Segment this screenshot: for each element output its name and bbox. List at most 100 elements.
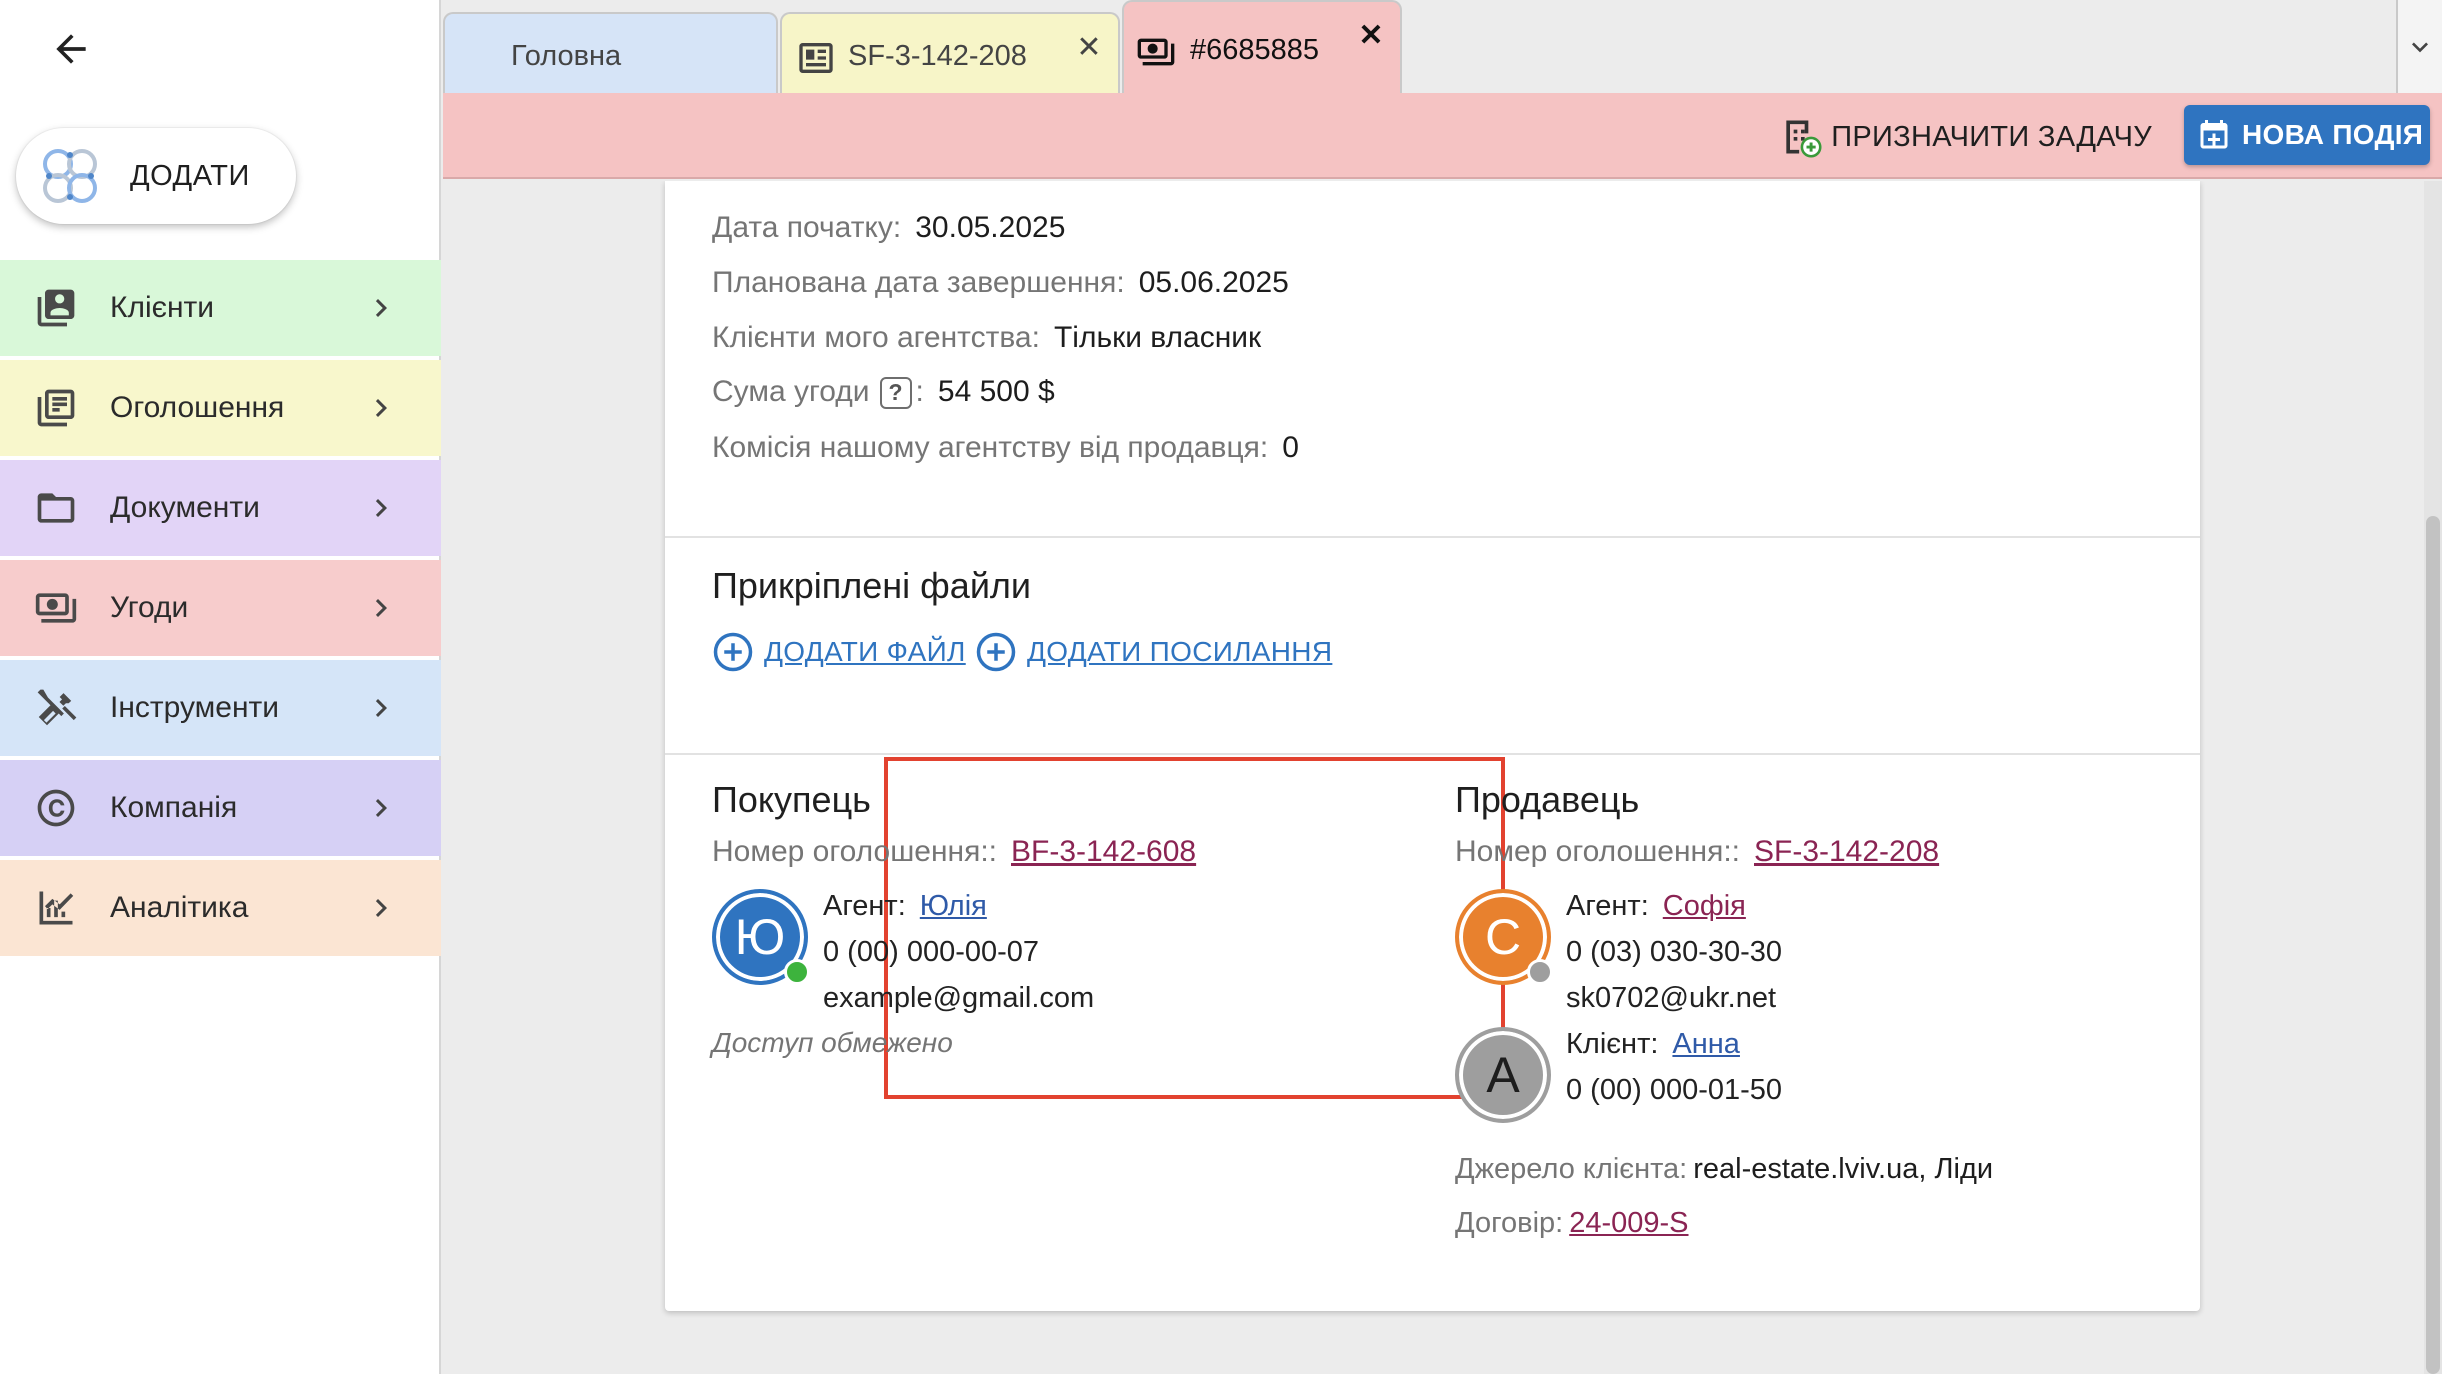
copyright-icon (32, 784, 80, 832)
field-value: 0 (1282, 431, 1299, 464)
add-link-label: ДОДАТИ ПОСИЛАННЯ (1027, 636, 1333, 667)
menu-item-label: Клієнти (110, 291, 215, 324)
tab-label: #6685885 (1190, 34, 1320, 66)
online-status-dot (784, 959, 810, 985)
listing-icon (32, 384, 80, 432)
seller-agent-phone: 0 (03) 030-30-30 (1566, 936, 1783, 968)
seller-agent-avatar[interactable]: С (1455, 889, 1553, 985)
logo-icon (43, 149, 97, 203)
chevron-right-icon (375, 799, 387, 817)
menu-item-label: Угоди (110, 591, 189, 624)
tab-label: Головна (511, 40, 622, 72)
seller-client-link[interactable]: Анна (1672, 1028, 1740, 1060)
sidebar: ДОДАТИ Клієнти Оголошення Документи Угод… (0, 0, 441, 1374)
menu-item-clients[interactable]: Клієнти (0, 260, 441, 356)
back-button[interactable] (44, 22, 98, 76)
listing-label: Номер оголошення:: (1455, 835, 1740, 868)
seller-agent-info: Агент: Софія 0 (03) 030-30-30 sk0702@ukr.… (1566, 883, 1782, 1021)
field-label: Дата початку: (712, 211, 902, 244)
money-icon (1137, 38, 1175, 66)
field-label: Планована дата завершення: (712, 266, 1125, 299)
field-value: 05.06.2025 (1138, 266, 1289, 299)
chevron-right-icon (375, 699, 387, 717)
field-label: Комісія нашому агентству від продавця: (712, 431, 1269, 464)
seller-listing-number: Номер оголошення:: SF-3-142-208 (1455, 835, 1939, 869)
plus-circle-icon (976, 632, 1016, 672)
tab-label: SF-3-142-208 (848, 40, 1027, 72)
assign-task-button[interactable]: ПРИЗНАЧИТИ ЗАДАЧУ (1779, 113, 2152, 161)
buyer-agent-phone: 0 (00) 000-00-07 (823, 936, 1040, 968)
chevron-right-icon (375, 899, 387, 917)
contract-link[interactable]: 24-009-S (1569, 1207, 1688, 1239)
deal-card: Дата початку: 30.05.2025 Планована дата з… (665, 181, 2200, 1311)
seller-agent-link[interactable]: Софія (1663, 890, 1746, 922)
avatar-letter: Ю (734, 909, 786, 965)
chevron-down-icon (2412, 41, 2428, 52)
buyer-agent-email: example@gmail.com (823, 982, 1095, 1014)
new-event-button[interactable]: НОВА ПОДІЯ (2184, 105, 2430, 165)
menu-item-label: Документи (110, 491, 260, 524)
scrollbar[interactable] (2424, 181, 2442, 1374)
contract-label: Договір: (1455, 1207, 1564, 1239)
close-icon[interactable]: ✕ (1356, 19, 1386, 52)
seller-client-info: Клієнт: Анна 0 (00) 000-01-50 (1566, 1021, 1782, 1113)
field-value: Тільки власник (1053, 321, 1262, 354)
menu-item-company[interactable]: Компанія (0, 760, 441, 856)
main-menu: Клієнти Оголошення Документи Угоди Інстр… (0, 260, 441, 960)
seller-client-avatar[interactable]: А (1455, 1027, 1551, 1123)
menu-item-tools[interactable]: Інструменти (0, 660, 441, 756)
buyer-agent-link[interactable]: Юлія (920, 890, 987, 922)
scrollbar-thumb[interactable] (2426, 516, 2440, 1374)
help-icon[interactable]: ? (879, 377, 912, 410)
tab-home[interactable]: Головна (443, 12, 778, 93)
seller-listing-link[interactable]: SF-3-142-208 (1754, 835, 1939, 868)
field-start-date: Дата початку: 30.05.2025 (712, 211, 1065, 245)
listing-icon (799, 43, 833, 73)
field-label: Сума угоди (712, 375, 870, 408)
buyer-listing-number: Номер оголошення:: BF-3-142-608 (712, 835, 1196, 869)
menu-item-analytics[interactable]: Аналітика (0, 860, 441, 956)
tab-deal[interactable]: #6685885 ✕ (1122, 0, 1402, 93)
client-source: Джерело клієнта: real-estate.lviv.ua, Лід… (1455, 1153, 1993, 1186)
source-value: real-estate.lviv.ua, Ліди (1693, 1153, 1994, 1185)
analytics-icon (32, 884, 80, 932)
avatar-letter: С (1484, 909, 1522, 965)
menu-item-listings[interactable]: Оголошення (0, 360, 441, 456)
add-link-button[interactable]: ДОДАТИ ПОСИЛАННЯ (975, 631, 1332, 673)
divider (665, 536, 2200, 538)
access-restricted-note: Доступ обмежено (712, 1027, 953, 1058)
menu-item-documents[interactable]: Документи (0, 460, 441, 556)
add-file-button[interactable]: ДОДАТИ ФАЙЛ (712, 631, 966, 673)
buyer-listing-link[interactable]: BF-3-142-608 (1011, 835, 1196, 868)
client-label: Клієнт: (1566, 1028, 1659, 1060)
seller-title: Продавець (1455, 779, 1640, 820)
task-add-icon (1786, 120, 1822, 158)
assign-task-label: ПРИЗНАЧИТИ ЗАДАЧУ (1831, 120, 2152, 153)
plus-circle-icon (713, 632, 753, 672)
field-label: Клієнти мого агентства: (712, 321, 1040, 354)
add-button[interactable]: ДОДАТИ (16, 128, 296, 224)
attachments-title: Прикріплені файли (712, 565, 1032, 606)
seller-agent-email: sk0702@ukr.net (1566, 982, 1777, 1014)
tab-listing[interactable]: SF-3-142-208 ✕ (780, 12, 1120, 93)
folder-icon (32, 484, 80, 532)
menu-item-label: Інструменти (110, 691, 280, 724)
content-area: Дата початку: 30.05.2025 Планована дата з… (443, 181, 2442, 1374)
menu-item-label: Оголошення (110, 391, 285, 424)
chevron-right-icon (375, 499, 387, 517)
divider (665, 753, 2200, 755)
listing-label: Номер оголошення:: (712, 835, 997, 868)
field-deal-amount: Сума угоди?:54 500 $ (712, 375, 1055, 410)
contacts-icon (32, 284, 80, 332)
field-colon: : (915, 375, 924, 408)
avatar-letter: А (1486, 1047, 1520, 1103)
buyer-agent-info: Агент: Юлія 0 (00) 000-00-07 example@gmai… (823, 883, 1094, 1021)
menu-item-deals[interactable]: Угоди (0, 560, 441, 656)
tabs-dropdown-button[interactable] (2396, 0, 2442, 93)
menu-item-label: Аналітика (110, 891, 249, 924)
buyer-agent-avatar[interactable]: Ю (712, 889, 810, 985)
close-icon[interactable]: ✕ (1074, 31, 1104, 64)
offline-status-dot (1527, 959, 1553, 985)
chevron-right-icon (375, 599, 387, 617)
contract: Договір: 24-009-S (1455, 1207, 1689, 1240)
